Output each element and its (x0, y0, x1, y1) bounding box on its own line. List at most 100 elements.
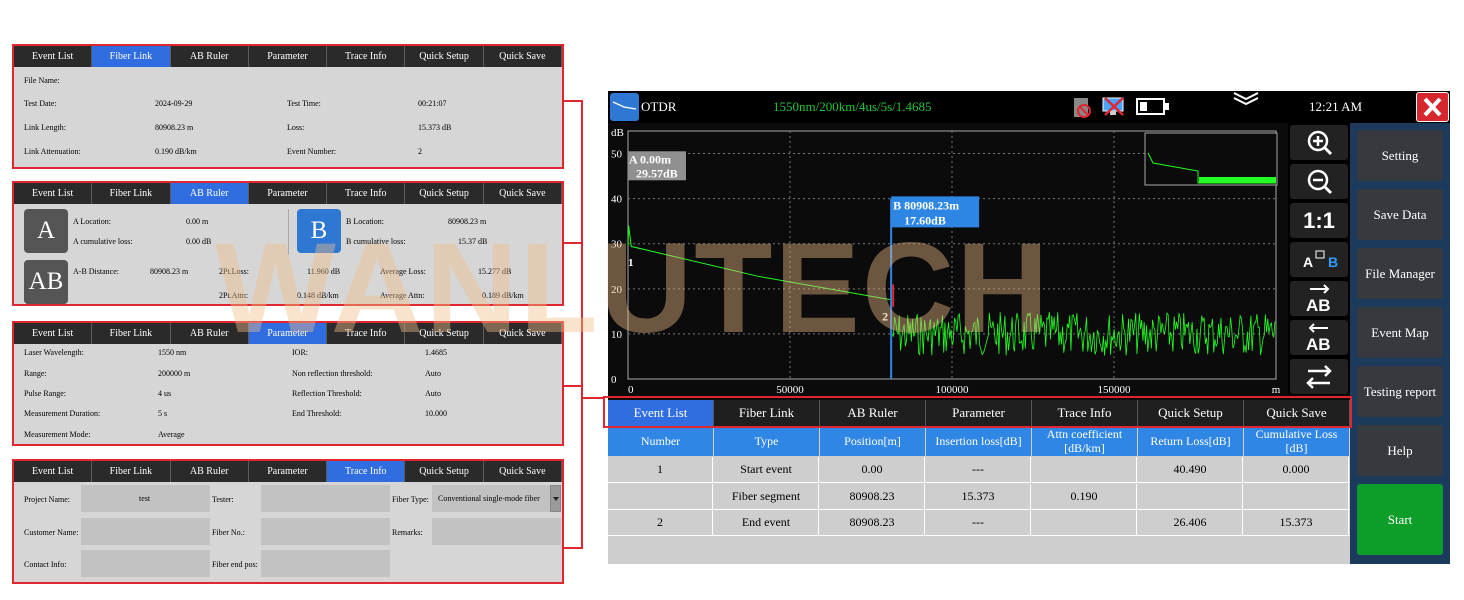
chevron-down-icon[interactable] (1232, 91, 1260, 105)
tab-trace-info[interactable]: Trace Info (327, 46, 406, 67)
clock: 12:21 AM (1309, 99, 1363, 114)
tab-parameter[interactable]: Parameter (249, 461, 328, 482)
table-header: Number (608, 427, 713, 456)
switch-event-button[interactable] (1290, 359, 1348, 394)
fiber-end-pos-input[interactable] (261, 550, 390, 577)
event-2-label: 2 (882, 309, 888, 323)
measurement-duration-value: 5 s (158, 409, 168, 418)
tab-trace-info[interactable]: Trace Info (327, 323, 406, 344)
zoom-out-icon (1307, 169, 1333, 195)
two-point-attn-label: 2Pt.Attn: (219, 291, 249, 300)
tab-fiber-link[interactable]: Fiber Link (92, 183, 171, 204)
table-header: Type (714, 427, 819, 456)
tab-parameter[interactable]: Parameter (248, 323, 328, 344)
zoom-in-button[interactable] (1290, 125, 1348, 160)
ab-move-right-button[interactable]: AB (1290, 281, 1348, 316)
file-manager-button[interactable]: File Manager (1357, 248, 1443, 299)
b-marker-button[interactable]: B (297, 209, 341, 253)
tab-event-list[interactable]: Event List (14, 46, 93, 67)
remarks-input[interactable] (432, 518, 561, 545)
test-date-label: Test Date: (24, 99, 57, 108)
fiber-type-value: Conventional single-mode fiber (438, 494, 540, 503)
tab-quick-save[interactable]: Quick Save (484, 46, 562, 67)
table-cell: 0.000 (1244, 457, 1349, 483)
project-name-input[interactable]: test (81, 485, 210, 512)
tab-trace-info[interactable]: Trace Info (327, 461, 406, 482)
save-data-button[interactable]: Save Data (1357, 189, 1443, 240)
tab-quick-setup[interactable]: Quick Setup (405, 461, 484, 482)
svg-text:AB: AB (1306, 296, 1331, 315)
connector-line (581, 100, 583, 549)
tab-quick-setup[interactable]: Quick Setup (405, 46, 484, 67)
ab-move-left-button[interactable]: AB (1290, 320, 1348, 355)
tab-ab-ruler[interactable]: AB Ruler (170, 183, 249, 204)
table-cell (1032, 510, 1137, 536)
table-cell (1244, 483, 1349, 510)
test-parameters: 1550nm/200km/4us/5s/1.4685 (773, 99, 932, 114)
project-name-value: test (139, 494, 151, 503)
table-cell: --- (926, 457, 1031, 483)
reflection-threshold-value: Auto (425, 389, 441, 398)
tab-quick-setup[interactable]: Quick Setup (405, 183, 484, 204)
ab-marker-button[interactable]: AB (24, 260, 68, 304)
range-label: Range: (24, 369, 47, 378)
reset-zoom-button[interactable]: 1:1 (1290, 203, 1348, 238)
average-loss-value: 15.277 dB (478, 267, 512, 276)
start-button[interactable]: Start (1357, 484, 1443, 555)
range-value: 200000 m (158, 369, 191, 378)
table-cell (1032, 457, 1137, 483)
two-point-loss-value: 11.960 dB (307, 267, 341, 276)
tab-quick-save[interactable]: Quick Save (484, 323, 562, 344)
status-bar: OTDR 1550nm/200km/4us/5s/1.4685 12:21 AM (608, 91, 1450, 123)
test-date-value: 2024-09-29 (155, 99, 193, 108)
tab-quick-save[interactable]: Quick Save (484, 183, 562, 204)
tab-ab-ruler[interactable]: AB Ruler (171, 461, 249, 482)
tab-parameter[interactable]: Parameter (249, 46, 328, 67)
laser-wavelength-label: Laser Wavelength: (24, 348, 84, 357)
table-cell: 0.00 (820, 457, 925, 483)
table-cell (608, 483, 713, 510)
tab-ab-ruler[interactable]: AB Ruler (171, 46, 249, 67)
tab-event-list[interactable]: Event List (14, 183, 93, 204)
help-button[interactable]: Help (1357, 425, 1443, 476)
table-row[interactable]: 2 End event 80908.23 --- 26.406 15.373 (608, 510, 1350, 536)
x-tick-label: 100000 (936, 384, 970, 396)
tab-ab-ruler[interactable]: AB Ruler (171, 323, 249, 344)
zoom-out-button[interactable] (1290, 164, 1348, 199)
b-location-value: 80908.23 m (448, 217, 487, 226)
connector-line (583, 397, 603, 399)
tab-fiber-link[interactable]: Fiber Link (92, 46, 171, 67)
tab-quick-setup[interactable]: Quick Setup (405, 323, 484, 344)
tab-fiber-link[interactable]: Fiber Link (92, 461, 171, 482)
customer-name-input[interactable] (81, 518, 210, 545)
event-map-button[interactable]: Event Map (1357, 307, 1443, 358)
contact-info-input[interactable] (81, 550, 210, 577)
ab-lock-button[interactable]: AB (1290, 242, 1348, 277)
tab-event-list[interactable]: Event List (14, 461, 93, 482)
testing-report-button[interactable]: Testing report (1357, 366, 1443, 417)
tab-trace-info[interactable]: Trace Info (327, 183, 406, 204)
tab-fiber-link[interactable]: Fiber Link (92, 323, 171, 344)
a-location-label: A Location: (73, 217, 111, 226)
tab-event-list[interactable]: Event List (14, 323, 93, 344)
table-cell: 80908.23 (820, 483, 925, 510)
close-button[interactable] (1416, 92, 1449, 122)
tester-input[interactable] (261, 485, 390, 512)
otdr-trace-chart[interactable]: 0 10 20 30 40 50 dB 0 50000 100000 150000 m 1 2 A 0.00… (608, 123, 1288, 400)
a-marker-button[interactable]: A (24, 209, 68, 253)
marker-a-position: A 0.00m (629, 152, 671, 166)
table-row[interactable]: Fiber segment 80908.23 15.373 0.190 (608, 483, 1350, 510)
test-time-value: 00:21:07 (418, 99, 447, 108)
otdr-app-icon[interactable] (610, 93, 639, 121)
setting-button[interactable]: Setting (1357, 130, 1443, 181)
table-row[interactable]: 1 Start event 0.00 --- 40.490 0.000 (608, 457, 1350, 483)
fiber-type-select[interactable]: Conventional single-mode fiber (432, 485, 561, 512)
ab-distance-label: A-B Distance: (73, 267, 119, 276)
svg-text:AB: AB (1306, 335, 1331, 354)
tab-parameter[interactable]: Parameter (249, 183, 328, 204)
end-threshold-label: End Threshold: (292, 409, 342, 418)
b-cumulative-loss-value: 15.37 dB (458, 237, 488, 246)
fiber-no-input[interactable] (261, 518, 390, 545)
tab-quick-save[interactable]: Quick Save (484, 461, 562, 482)
reflection-threshold-label: Reflection Threshold: (292, 389, 362, 398)
